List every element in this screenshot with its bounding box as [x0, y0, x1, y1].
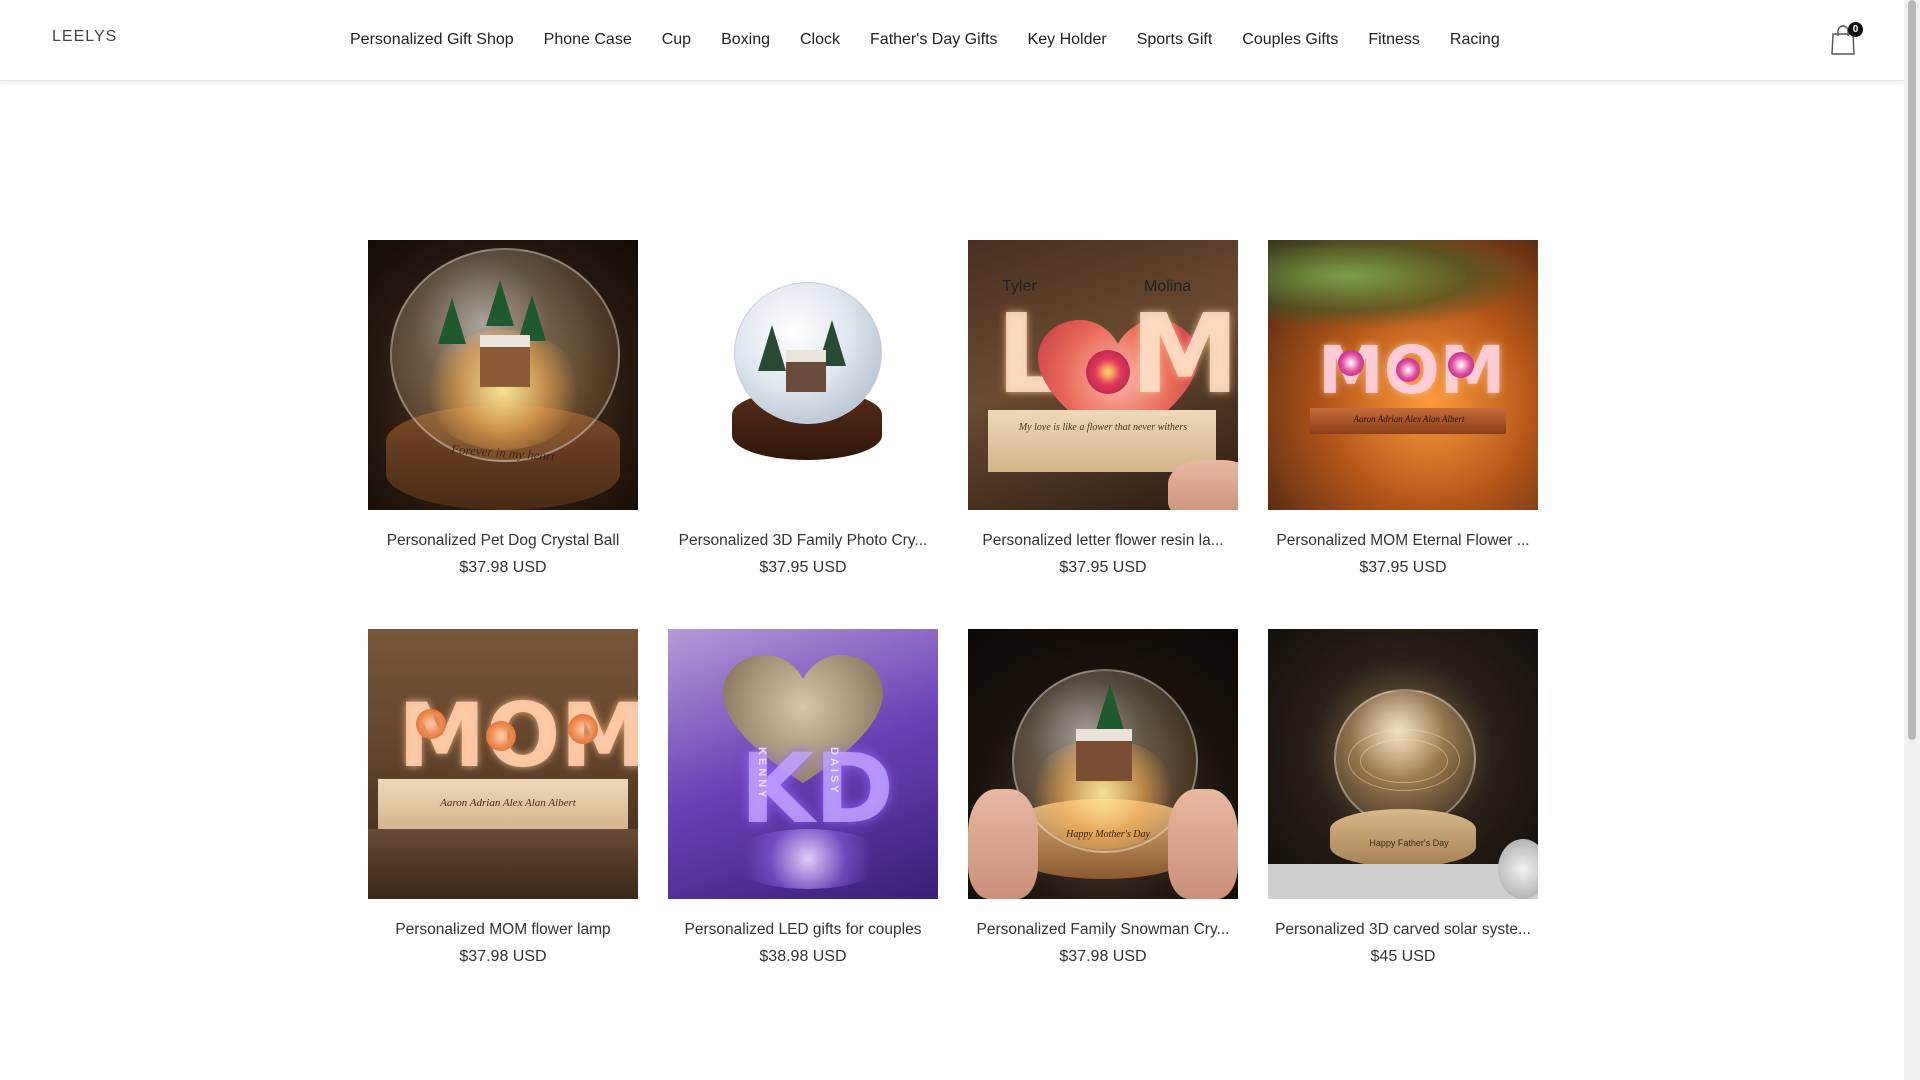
product-title[interactable]: Personalized 3D carved solar syste...	[1268, 921, 1538, 939]
nav-couples-gifts[interactable]: Couples Gifts	[1242, 31, 1338, 49]
product-card[interactable]: Personalized 3D Family Photo Cry... $37.…	[668, 240, 938, 577]
nav-sports-gift[interactable]: Sports Gift	[1137, 31, 1213, 49]
product-price: $37.98 USD	[1059, 948, 1147, 965]
site-header: LEELYS Personalized Gift Shop Phone Case…	[0, 0, 1904, 81]
nav-racing[interactable]: Racing	[1450, 31, 1500, 49]
product-title[interactable]: Personalized LED gifts for couples	[668, 921, 938, 939]
product-card[interactable]: Forever in my heart Personalized Pet Dog…	[368, 240, 638, 577]
led-name-right: DAISY	[828, 747, 840, 796]
product-title[interactable]: Personalized letter flower resin la...	[968, 532, 1238, 550]
nav-fathers-day-gifts[interactable]: Father's Day Gifts	[870, 31, 998, 49]
product-title[interactable]: Personalized MOM flower lamp	[368, 921, 638, 939]
nav-key-holder[interactable]: Key Holder	[1028, 31, 1107, 49]
product-title[interactable]: Personalized Family Snowman Cry...	[968, 921, 1238, 939]
nav-phone-case[interactable]: Phone Case	[544, 31, 632, 49]
product-image-pet-dog-crystal-ball[interactable]: Forever in my heart	[368, 240, 638, 510]
product-grid: Forever in my heart Personalized Pet Dog…	[368, 240, 1538, 966]
product-card[interactable]: Tyler Molina L M My love is like a flowe…	[968, 240, 1238, 577]
engraving-text: Aaron Adrian Alex Alan Albert	[1353, 414, 1465, 424]
led-name-left: KENNY	[756, 747, 768, 801]
product-price: $37.98 USD	[459, 559, 547, 576]
product-price: $37.95 USD	[1359, 559, 1447, 576]
product-image-mom-eternal-flower[interactable]: MOM Aaron Adrian Alex Alan Albert	[1268, 240, 1538, 510]
engraving-text: Happy Mother's Day	[1066, 829, 1150, 840]
product-image-letter-flower-resin-lamp[interactable]: Tyler Molina L M My love is like a flowe…	[968, 240, 1238, 510]
cart-button[interactable]: 0	[1830, 22, 1863, 56]
product-card[interactable]: Happy Mother's Day Personalized Family S…	[968, 629, 1238, 966]
product-price: $45 USD	[1370, 948, 1436, 965]
engraving-text: Aaron Adrian Alex Alan Albert	[440, 797, 576, 809]
resin-letter-m: M	[1130, 290, 1238, 418]
nav-cup[interactable]: Cup	[662, 31, 691, 49]
product-title[interactable]: Personalized MOM Eternal Flower ...	[1268, 532, 1538, 550]
product-card[interactable]: MOM Aaron Adrian Alex Alan Albert Person…	[1268, 240, 1538, 577]
product-card[interactable]: KD KENNY DAISY Personalized LED gifts fo…	[668, 629, 938, 966]
engraving-text: Happy Father's Day	[1369, 838, 1449, 848]
nav-clock[interactable]: Clock	[800, 31, 840, 49]
product-image-3d-family-photo-crystal[interactable]	[668, 240, 938, 510]
product-image-3d-solar-system[interactable]: Happy Father's Day	[1268, 629, 1538, 899]
nav-personalized-gift-shop[interactable]: Personalized Gift Shop	[350, 31, 514, 49]
nav-fitness[interactable]: Fitness	[1368, 31, 1420, 49]
product-price: $37.95 USD	[759, 559, 847, 576]
cart-count-badge: 0	[1848, 22, 1863, 37]
product-image-mom-flower-lamp[interactable]: MOM Aaron Adrian Alex Alan Albert	[368, 629, 638, 899]
nav-boxing[interactable]: Boxing	[721, 31, 770, 49]
product-title[interactable]: Personalized 3D Family Photo Cry...	[668, 532, 938, 550]
product-card[interactable]: MOM Aaron Adrian Alex Alan Albert Person…	[368, 629, 638, 966]
store-logo[interactable]: LEELYS	[52, 28, 117, 46]
engraving-text: My love is like a flower that never with…	[1018, 422, 1188, 433]
product-price: $38.98 USD	[759, 948, 847, 965]
product-price: $37.95 USD	[1059, 559, 1147, 576]
product-image-led-couples-gift[interactable]: KD KENNY DAISY	[668, 629, 938, 899]
product-card[interactable]: Happy Father's Day Personalized 3D carve…	[1268, 629, 1538, 966]
product-title[interactable]: Personalized Pet Dog Crystal Ball	[368, 532, 638, 550]
main-nav: Personalized Gift Shop Phone Case Cup Bo…	[350, 0, 1500, 80]
product-image-family-snowman-crystal[interactable]: Happy Mother's Day	[968, 629, 1238, 899]
scrollbar-thumb[interactable]	[1908, 0, 1916, 740]
product-price: $37.98 USD	[459, 948, 547, 965]
page-scrollbar[interactable]	[1904, 0, 1920, 1080]
